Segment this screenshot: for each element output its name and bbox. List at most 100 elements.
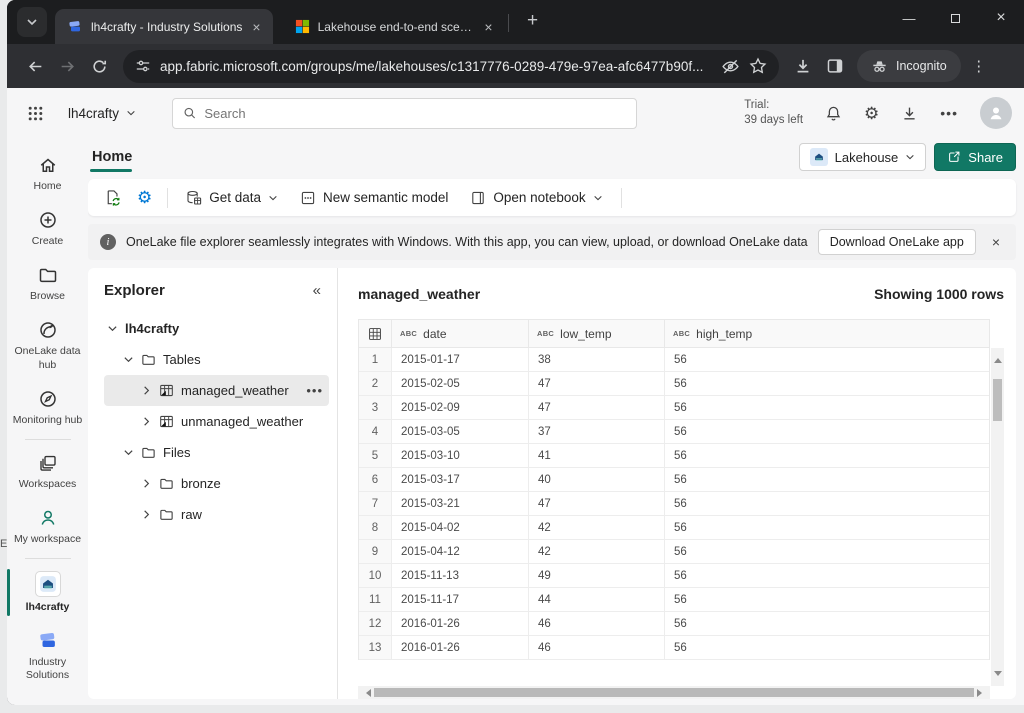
item-type-dropdown[interactable]: Lakehouse <box>799 143 927 171</box>
collapse-panel-icon[interactable]: « <box>313 282 329 299</box>
browser-tab-active[interactable]: lh4crafty - Industry Solutions × <box>55 9 273 44</box>
row-number: 5 <box>359 444 392 467</box>
table-row[interactable]: 52015-03-104156 <box>359 444 989 468</box>
chevron-down-icon[interactable] <box>106 323 118 334</box>
table-row[interactable]: 122016-01-264656 <box>359 612 989 636</box>
nav-item-workspaces[interactable]: Workspaces <box>7 444 88 499</box>
settings-gear-icon[interactable]: ⚙ <box>864 105 879 122</box>
search-input[interactable] <box>204 106 626 121</box>
scroll-down-icon[interactable] <box>994 671 1002 680</box>
download-app-icon[interactable] <box>901 105 918 122</box>
get-data-button[interactable]: Get data <box>177 184 287 212</box>
side-panel-icon[interactable] <box>821 52 849 80</box>
nav-item-create[interactable]: Create <box>7 201 88 256</box>
tree-item-unmanaged-weather[interactable]: unmanaged_weather <box>104 406 329 437</box>
browser-tab-inactive[interactable]: Lakehouse end-to-end scenario × <box>283 9 505 44</box>
grid-corner-cell[interactable] <box>359 320 392 347</box>
vertical-scrollbar[interactable] <box>991 348 1004 686</box>
scroll-up-icon[interactable] <box>994 354 1002 363</box>
tab-close-icon[interactable]: × <box>482 19 494 35</box>
address-bar[interactable]: app.fabric.microsoft.com/groups/me/lakeh… <box>123 50 779 83</box>
cell: 56 <box>665 468 989 491</box>
nav-item-industry-solutions[interactable]: Industry Solutions <box>7 622 88 690</box>
reload-button[interactable] <box>85 52 113 80</box>
notifications-bell-icon[interactable] <box>825 105 842 122</box>
semantic-model-icon <box>300 190 316 206</box>
open-notebook-button[interactable]: Open notebook <box>461 184 611 212</box>
nav-item-home[interactable]: Home <box>7 146 88 201</box>
site-settings-icon[interactable] <box>135 58 151 74</box>
table-row[interactable]: 62015-03-174056 <box>359 468 989 492</box>
column-header-date[interactable]: ABC date <box>392 320 529 347</box>
lakehouse-settings-button[interactable]: ⚙ <box>131 184 158 212</box>
scroll-left-icon[interactable] <box>362 689 371 697</box>
horizontal-scroll-thumb[interactable] <box>374 688 974 697</box>
nav-item-browse[interactable]: Browse <box>7 256 88 311</box>
back-button[interactable] <box>21 52 49 80</box>
close-window-button[interactable]: × <box>978 9 1024 27</box>
tree-item-managed-weather[interactable]: managed_weather ••• <box>104 375 329 406</box>
vertical-scroll-thumb[interactable] <box>993 379 1002 421</box>
cell: 38 <box>529 348 665 371</box>
tree-item-files[interactable]: Files <box>104 437 329 468</box>
tab-home[interactable]: Home <box>90 149 134 165</box>
chevron-right-icon[interactable] <box>140 385 152 396</box>
nav-item-lh4crafty[interactable]: lh4crafty <box>7 563 88 622</box>
table-row[interactable]: 72015-03-214756 <box>359 492 989 516</box>
tree-item-root[interactable]: lh4crafty <box>104 313 329 344</box>
download-onelake-app-button[interactable]: Download OneLake app <box>818 229 976 255</box>
horizontal-scrollbar[interactable] <box>358 686 990 699</box>
nav-item-monitoring-hub[interactable]: Monitoring hub <box>7 380 88 435</box>
table-row[interactable]: 32015-02-094756 <box>359 396 989 420</box>
minimize-button[interactable]: — <box>886 11 932 26</box>
account-avatar[interactable] <box>980 97 1012 129</box>
cell: 40 <box>529 468 665 491</box>
cell: 56 <box>665 444 989 467</box>
refresh-item-button[interactable] <box>98 184 127 212</box>
banner-close-icon[interactable]: × <box>986 234 1006 250</box>
row-number: 9 <box>359 540 392 563</box>
tree-item-raw[interactable]: raw <box>104 499 329 530</box>
more-options-icon[interactable]: ••• <box>940 105 958 121</box>
table-row[interactable]: 82015-04-024256 <box>359 516 989 540</box>
chevron-right-icon[interactable] <box>140 416 152 427</box>
share-button[interactable]: Share <box>934 143 1016 171</box>
table-row[interactable]: 102015-11-134956 <box>359 564 989 588</box>
table-row[interactable]: 42015-03-053756 <box>359 420 989 444</box>
nav-item-my-workspace[interactable]: My workspace <box>7 499 88 554</box>
table-row[interactable]: 112015-11-174456 <box>359 588 989 612</box>
column-header-high-temp[interactable]: ABC high_temp <box>665 320 989 347</box>
chevron-down-icon[interactable] <box>122 354 134 365</box>
scroll-right-icon[interactable] <box>977 689 986 697</box>
tree-item-tables[interactable]: Tables <box>104 344 329 375</box>
tree-item-bronze[interactable]: bronze <box>104 468 329 499</box>
forward-button[interactable] <box>53 52 81 80</box>
chevron-right-icon[interactable] <box>140 478 152 489</box>
new-semantic-model-button[interactable]: New semantic model <box>291 184 457 212</box>
workspace-name: lh4crafty <box>68 106 119 121</box>
bookmark-star-icon[interactable] <box>749 57 767 75</box>
table-row[interactable]: 22015-02-054756 <box>359 372 989 396</box>
tab-close-icon[interactable]: × <box>250 19 262 35</box>
maximize-button[interactable] <box>932 11 978 26</box>
workspace-switcher[interactable]: lh4crafty <box>68 106 136 121</box>
table-row[interactable]: 92015-04-124256 <box>359 540 989 564</box>
new-tab-button[interactable]: + <box>520 8 546 34</box>
column-header-low-temp[interactable]: ABC low_temp <box>529 320 665 347</box>
downloads-icon[interactable] <box>789 52 817 80</box>
browser-menu-icon[interactable]: ⋮ <box>969 57 989 75</box>
global-search[interactable] <box>172 98 637 129</box>
table-row[interactable]: 12015-01-173856 <box>359 348 989 372</box>
incognito-badge[interactable]: Incognito <box>857 50 961 82</box>
browser-tab-strip: lh4crafty - Industry Solutions × Lakehou… <box>7 0 1024 44</box>
cell: 41 <box>529 444 665 467</box>
chevron-right-icon[interactable] <box>140 509 152 520</box>
chevron-down-icon[interactable] <box>122 447 134 458</box>
item-more-options-icon[interactable]: ••• <box>306 383 323 398</box>
eye-slash-icon[interactable] <box>721 57 740 76</box>
nav-item-onelake-data-hub[interactable]: OneLake data hub <box>7 311 88 379</box>
tab-search-button[interactable] <box>17 7 47 37</box>
waffle-menu-icon[interactable] <box>27 105 44 122</box>
left-nav-rail: Home Create Browse OneLake data hub Moni… <box>7 138 88 705</box>
table-row[interactable]: 132016-01-264656 <box>359 636 989 660</box>
